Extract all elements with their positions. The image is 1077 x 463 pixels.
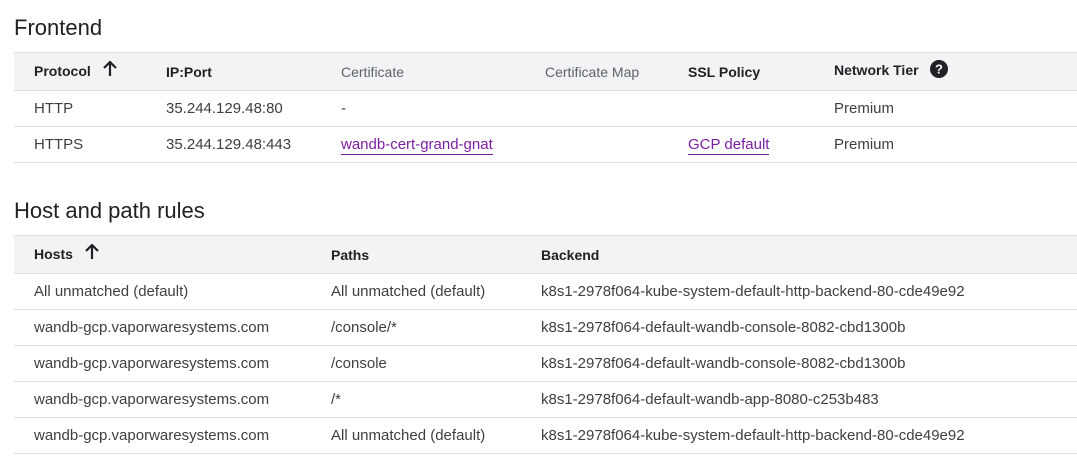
cell-path: /* (331, 381, 541, 418)
cell-host: wandb-gcp.vaporwaresystems.com (14, 309, 331, 346)
cell-backend: k8s1-2978f064-default-wandb-console-8082… (541, 309, 1077, 346)
cell-certificate-map (545, 126, 688, 163)
col-protocol-label: Protocol (34, 62, 91, 79)
table-row: HTTP 35.244.129.48:80 - Premium (14, 90, 1077, 127)
arrow-up-icon[interactable] (102, 60, 117, 80)
frontend-table: Protocol IP:Port Certificate Certificate… (14, 52, 1077, 163)
cell-path: /console/* (331, 309, 541, 346)
cell-certificate: wandb-cert-grand-gnat (341, 126, 545, 163)
col-backend[interactable]: Backend (541, 235, 1077, 274)
col-certificate-map: Certificate Map (545, 52, 688, 91)
cell-host: wandb-gcp.vaporwaresystems.com (14, 345, 331, 382)
col-certificate: Certificate (341, 52, 545, 91)
cell-certificate-map (545, 90, 688, 127)
cell-path: /console (331, 345, 541, 382)
help-circle-icon[interactable]: ? (930, 59, 949, 81)
col-ip-port[interactable]: IP:Port (166, 52, 341, 91)
cell-ip-port: 35.244.129.48:443 (166, 126, 341, 163)
cell-backend: k8s1-2978f064-default-wandb-console-8082… (541, 345, 1077, 382)
cell-certificate: - (341, 90, 545, 127)
frontend-title: Frontend (14, 15, 103, 40)
host-path-rules-table: Hosts Paths Backend All unmatched (defau… (14, 235, 1077, 454)
table-row: HTTPS 35.244.129.48:443 wandb-cert-grand… (14, 126, 1077, 163)
host-path-rules-title: Host and path rules (14, 198, 205, 223)
cell-ip-port: 35.244.129.48:80 (166, 90, 341, 127)
table-row: All unmatched (default) All unmatched (d… (14, 273, 1077, 310)
col-network-tier[interactable]: Network Tier ? (834, 52, 1077, 91)
cell-path: All unmatched (default) (331, 417, 541, 454)
table-row: wandb-gcp.vaporwaresystems.com All unmat… (14, 417, 1077, 454)
cell-backend: k8s1-2978f064-default-wandb-app-8080-c25… (541, 381, 1077, 418)
cell-host: All unmatched (default) (14, 273, 331, 310)
table-row: wandb-gcp.vaporwaresystems.com /console … (14, 345, 1077, 382)
col-hosts-label: Hosts (34, 245, 73, 262)
frontend-header-row: Protocol IP:Port Certificate Certificate… (14, 52, 1077, 91)
cell-network-tier: Premium (834, 90, 1077, 127)
cell-protocol: HTTP (14, 90, 166, 127)
cell-protocol: HTTPS (14, 126, 166, 163)
cell-backend: k8s1-2978f064-kube-system-default-http-b… (541, 273, 1077, 310)
host-path-header-row: Hosts Paths Backend (14, 235, 1077, 274)
arrow-up-icon[interactable] (85, 243, 99, 263)
svg-text:?: ? (935, 61, 943, 76)
col-network-tier-label: Network Tier (834, 62, 919, 79)
cell-host: wandb-gcp.vaporwaresystems.com (14, 417, 331, 454)
col-paths[interactable]: Paths (331, 235, 541, 274)
cell-ssl-policy: GCP default (688, 126, 834, 163)
certificate-link[interactable]: wandb-cert-grand-gnat (341, 136, 493, 155)
col-ssl-policy[interactable]: SSL Policy (688, 52, 834, 91)
col-protocol[interactable]: Protocol (14, 52, 166, 91)
cell-network-tier: Premium (834, 126, 1077, 163)
cell-backend: k8s1-2978f064-kube-system-default-http-b… (541, 417, 1077, 454)
cell-ssl-policy (688, 90, 834, 127)
table-row: wandb-gcp.vaporwaresystems.com /* k8s1-2… (14, 381, 1077, 418)
col-hosts[interactable]: Hosts (14, 235, 331, 274)
cell-path: All unmatched (default) (331, 273, 541, 310)
cell-host: wandb-gcp.vaporwaresystems.com (14, 381, 331, 418)
table-row: wandb-gcp.vaporwaresystems.com /console/… (14, 309, 1077, 346)
ssl-policy-link[interactable]: GCP default (688, 136, 770, 155)
